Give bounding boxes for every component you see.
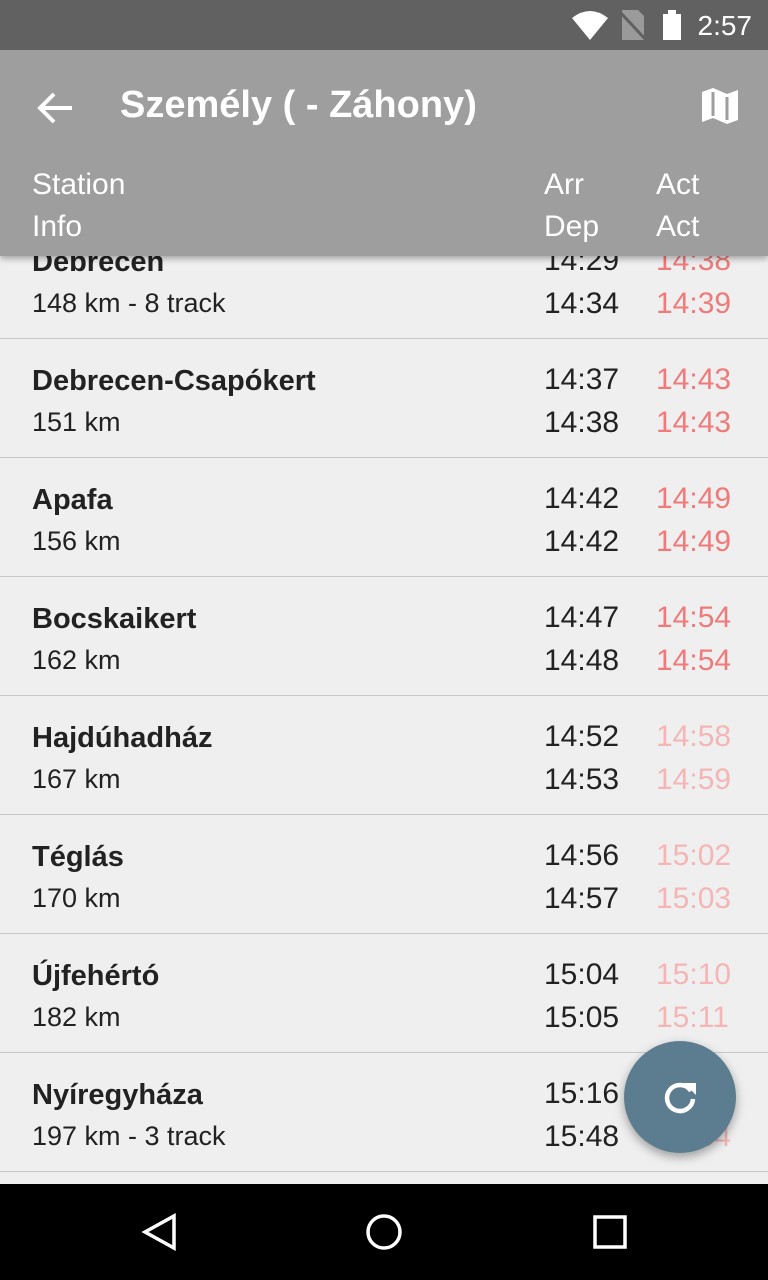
actual-departure: 14:54 <box>656 644 732 677</box>
scheduled-departure: 14:53 <box>544 763 620 796</box>
stop-row[interactable]: Téglás 170 km 14:56 14:57 15:02 15:03 <box>0 815 768 934</box>
actual-arrival: 14:58 <box>656 720 732 753</box>
actual-arrival: 15:02 <box>656 839 732 872</box>
column-act-arr: Act <box>656 168 700 201</box>
column-dep: Dep <box>544 210 600 243</box>
actual-arrival: 14:54 <box>656 601 732 634</box>
scheduled-arrival: 15:04 <box>544 958 620 991</box>
app-bar: Személy ( - Záhony) Station Info Arr Dep… <box>0 50 768 256</box>
stop-name: Újfehértó <box>32 960 160 992</box>
scheduled-departure: 14:34 <box>544 287 620 320</box>
stop-row[interactable]: Apafa 156 km 14:42 14:42 14:49 14:49 <box>0 458 768 577</box>
no-sim-icon <box>620 10 646 40</box>
actual-arrival: 15:10 <box>656 958 732 991</box>
page-title: Személy ( - Záhony) <box>120 84 477 126</box>
actual-departure: 14:43 <box>656 406 732 439</box>
scheduled-arrival: 14:47 <box>544 601 620 634</box>
column-arr: Arr <box>544 168 584 201</box>
scheduled-departure: 14:57 <box>544 882 620 915</box>
scheduled-arrival: 14:42 <box>544 482 620 515</box>
recents-square-icon[interactable] <box>590 1212 630 1252</box>
stop-row[interactable]: Újfehértó 182 km 15:04 15:05 15:10 15:11 <box>0 934 768 1053</box>
stop-list[interactable]: Debrecen 148 km - 8 track 14:29 14:34 14:38 1… <box>0 220 768 1172</box>
home-circle-icon[interactable] <box>364 1212 404 1252</box>
actual-departure: 14:39 <box>656 287 732 320</box>
stop-info: 156 km <box>32 526 121 556</box>
scheduled-arrival: 14:52 <box>544 720 620 753</box>
stop-name: Bocskaikert <box>32 603 197 635</box>
scheduled-departure: 15:05 <box>544 1001 620 1034</box>
status-bar: 2:57 <box>0 0 768 50</box>
clock: 2:57 <box>697 10 753 41</box>
column-act-dep: Act <box>656 210 700 243</box>
scheduled-departure: 14:38 <box>544 406 620 439</box>
stop-info: 182 km <box>32 1002 121 1032</box>
arrow-left-icon[interactable] <box>36 88 76 128</box>
wifi-icon <box>572 11 608 40</box>
stop-info: 167 km <box>32 764 121 794</box>
stop-info: 162 km <box>32 645 121 675</box>
stop-name: Apafa <box>32 484 113 516</box>
stop-info: 170 km <box>32 883 121 913</box>
scheduled-arrival: 14:37 <box>544 363 620 396</box>
actual-departure: 14:49 <box>656 525 732 558</box>
column-info: Info <box>32 210 83 243</box>
actual-departure: 14:59 <box>656 763 732 796</box>
stop-name: Hajdúhadház <box>32 722 213 754</box>
scheduled-departure: 15:48 <box>544 1120 620 1153</box>
actual-departure: 15:03 <box>656 882 732 915</box>
stop-info: 148 km - 8 track <box>32 288 226 318</box>
map-icon[interactable] <box>700 86 740 126</box>
scheduled-arrival: 15:16 <box>544 1077 620 1110</box>
stop-row[interactable]: Debrecen-Csapókert 151 km 14:37 14:38 14:43 1… <box>0 339 768 458</box>
stop-row[interactable]: Bocskaikert 162 km 14:47 14:48 14:54 14:54 <box>0 577 768 696</box>
actual-departure: 15:11 <box>656 1001 729 1034</box>
stop-name: Debrecen-Csapókert <box>32 365 316 397</box>
stop-name: Téglás <box>32 841 124 873</box>
scheduled-departure: 14:48 <box>544 644 620 677</box>
refresh-icon <box>664 1082 696 1114</box>
actual-arrival: 14:43 <box>656 363 732 396</box>
scheduled-departure: 14:42 <box>544 525 620 558</box>
stop-name: Nyíregyháza <box>32 1079 203 1111</box>
navigation-bar <box>0 1184 768 1280</box>
battery-icon <box>663 10 681 40</box>
column-station: Station <box>32 168 126 201</box>
refresh-button[interactable] <box>624 1041 736 1153</box>
stop-row[interactable]: Hajdúhadház 167 km 14:52 14:53 14:58 14:59 <box>0 696 768 815</box>
actual-arrival: 14:49 <box>656 482 732 515</box>
scheduled-arrival: 14:56 <box>544 839 620 872</box>
stop-info: 197 km - 3 track <box>32 1121 226 1151</box>
stop-info: 151 km <box>32 407 121 437</box>
back-triangle-icon[interactable] <box>140 1212 180 1252</box>
